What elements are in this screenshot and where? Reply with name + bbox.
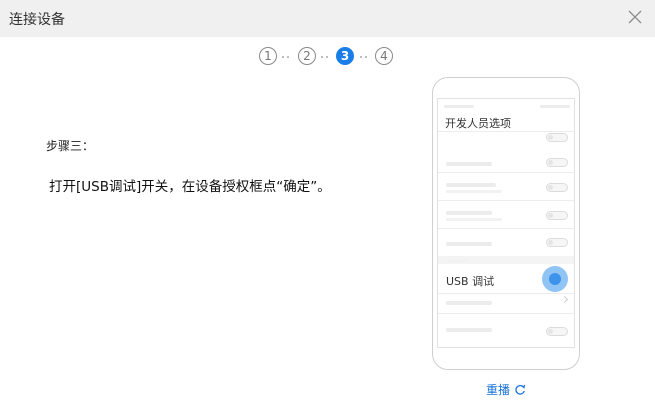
replay-button[interactable]: 重播 <box>486 381 526 398</box>
setting-row-placeholder <box>446 190 502 193</box>
setting-row-placeholder <box>446 162 492 166</box>
title-bar: 连接设备 <box>0 0 655 37</box>
setting-row-placeholder <box>446 301 492 305</box>
step-indicator: 1 2 3 4 <box>257 47 397 67</box>
step-3-current: 3 <box>336 47 354 65</box>
step-connector-dot <box>360 56 362 58</box>
refresh-icon <box>515 384 526 395</box>
divider <box>438 293 574 294</box>
step-2: 2 <box>298 47 316 65</box>
phone-screen: 开发人员选项 USB 调试 <box>437 98 575 348</box>
step-4: 4 <box>375 47 393 65</box>
usb-debugging-label: USB 调试 <box>446 275 495 288</box>
step-connector-dot <box>282 56 284 58</box>
window-title: 连接设备 <box>9 12 65 28</box>
setting-row-placeholder <box>446 183 496 187</box>
setting-row-placeholder <box>446 211 492 215</box>
toggle-placeholder <box>546 238 568 247</box>
step-label: 步骤三： <box>46 139 95 153</box>
divider <box>438 172 574 173</box>
chevron-right-icon <box>560 295 569 304</box>
step-connector-dot <box>321 56 323 58</box>
setting-row-placeholder <box>446 242 492 246</box>
step-connector-dot <box>287 56 289 58</box>
divider <box>438 228 574 229</box>
step-connector-dot <box>326 56 328 58</box>
status-bar-placeholder <box>444 105 474 108</box>
toggle-placeholder <box>546 183 568 192</box>
divider <box>438 200 574 201</box>
setting-row-placeholder <box>446 218 502 221</box>
setting-row-placeholder <box>446 328 492 332</box>
replay-label: 重播 <box>486 383 511 397</box>
section-header-placeholder <box>446 259 470 262</box>
instruction-text: 打开[USB调试]开关，在设备授权框点“确定”。 <box>49 179 331 195</box>
usb-debugging-toggle <box>549 273 561 285</box>
toggle-placeholder <box>546 211 568 220</box>
close-icon[interactable] <box>627 9 643 25</box>
toggle-placeholder <box>546 158 568 167</box>
divider <box>438 313 574 314</box>
divider <box>438 131 574 132</box>
step-connector-dot <box>365 56 367 58</box>
developer-options-title: 开发人员选项 <box>445 117 511 130</box>
toggle-placeholder <box>546 133 568 142</box>
step-1: 1 <box>259 47 277 65</box>
toggle-placeholder <box>546 327 568 336</box>
status-bar-placeholder <box>540 105 570 108</box>
